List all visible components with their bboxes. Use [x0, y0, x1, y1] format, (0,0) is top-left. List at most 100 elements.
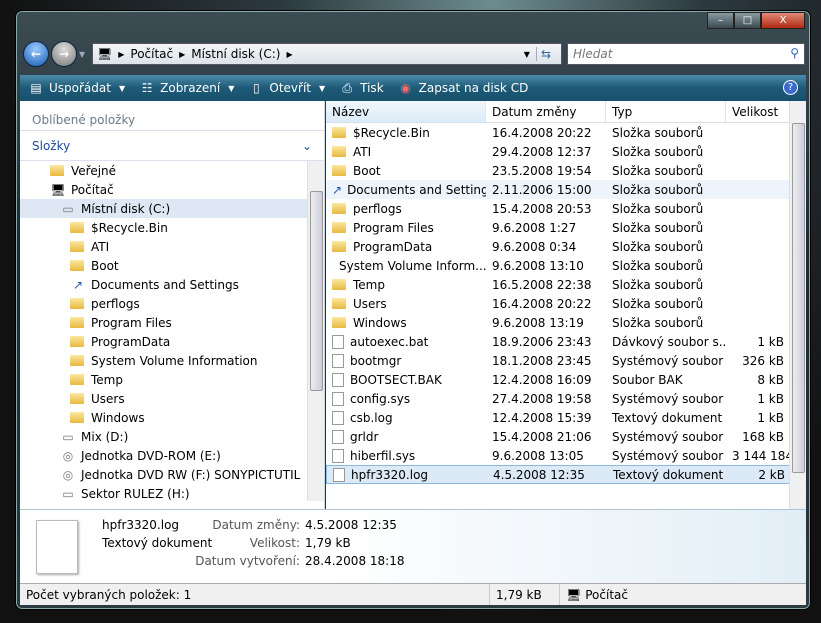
organize-button[interactable]: ▤ Uspořádat ▼ [28, 81, 125, 95]
folders-header[interactable]: Složky ⌄ [20, 131, 324, 161]
file-row[interactable]: hiberfil.sys 9.6.2008 13:05 Systémový so… [326, 446, 806, 465]
file-row[interactable]: $Recycle.Bin 16.4.2008 20:22 Složka soub… [326, 123, 806, 142]
breadcrumb-separator-icon[interactable]: ▶ [118, 50, 124, 59]
file-row[interactable]: config.sys 27.4.2008 19:58 Systémový sou… [326, 389, 806, 408]
file-row[interactable]: System Volume Inform... 9.6.2008 13:10 S… [326, 256, 806, 275]
file-row[interactable]: hpfr3320.log 4.5.2008 12:35 Textový doku… [326, 465, 806, 484]
file-icon [333, 467, 345, 482]
file-row[interactable]: grldr 15.4.2008 21:06 Systémový soubor 1… [326, 427, 806, 446]
file-row[interactable]: autoexec.bat 18.9.2006 23:43 Dávkový sou… [326, 332, 806, 351]
file-row[interactable]: ProgramData 9.6.2008 0:34 Složka souborů [326, 237, 806, 256]
file-type: Systémový soubor [612, 448, 724, 463]
burn-cd-button[interactable]: ◉ Zapsat na disk CD [398, 81, 529, 95]
dvd-drive-icon: ◎ [62, 467, 74, 482]
tree-item[interactable]: Users [20, 389, 324, 408]
scrollbar-thumb[interactable] [310, 191, 323, 391]
file-row[interactable]: perflogs 15.4.2008 20:53 Složka souborů [326, 199, 806, 218]
drive-icon: ▭ [62, 486, 74, 501]
scrollbar-thumb[interactable] [792, 123, 805, 473]
tree-item[interactable]: ▭ Sektor RULEZ (H:) [20, 484, 324, 501]
breadcrumb-separator-icon[interactable]: ▶ [179, 50, 185, 59]
tree-item-label: Users [91, 391, 125, 406]
column-size[interactable]: Velikost [726, 101, 790, 122]
file-size: 3 144 184 kB [732, 448, 790, 463]
tree-item[interactable]: Windows [20, 408, 324, 427]
tree-scrollbar[interactable] [307, 161, 324, 501]
column-date[interactable]: Datum změny [486, 101, 606, 122]
status-bar: Počet vybraných položek: 1 1,79 kB 🖥 Počí… [20, 583, 806, 605]
file-row[interactable]: csb.log 12.4.2008 15:39 Textový dokument… [326, 408, 806, 427]
tree-item-label: ProgramData [91, 334, 171, 349]
history-dropdown-icon[interactable]: ▼ [79, 50, 85, 59]
close-button[interactable]: X [761, 12, 805, 29]
address-dropdown-icon[interactable]: ▼ [524, 50, 530, 59]
tree-item[interactable]: ↗ Documents and Settings [20, 275, 324, 294]
file-row[interactable]: Program Files 9.6.2008 1:27 Složka soubo… [326, 218, 806, 237]
file-date: 18.1.2008 23:45 [492, 353, 592, 368]
views-button[interactable]: ☷ Zobrazení ▼ [139, 81, 235, 95]
modified-label: Datum změny: [212, 518, 300, 532]
tree-item[interactable]: $Recycle.Bin [20, 218, 324, 237]
tree-item[interactable]: 🖥 Počítač [20, 180, 324, 199]
file-name: config.sys [350, 391, 411, 406]
file-name: Boot [353, 163, 381, 178]
tree-item[interactable]: ATI [20, 237, 324, 256]
minimize-button[interactable]: – [707, 12, 734, 29]
file-row[interactable]: Users 16.4.2008 20:22 Složka souborů [326, 294, 806, 313]
maximize-button[interactable]: □ [734, 12, 761, 29]
tree-item[interactable]: ▭ Místní disk (C:) [20, 199, 324, 218]
file-icon [332, 391, 344, 406]
folder-icon [70, 260, 84, 271]
file-date: 16.4.2008 20:22 [492, 125, 592, 140]
tree-item[interactable]: ◎ Jednotka DVD-ROM (E:) [20, 446, 324, 465]
file-row[interactable]: bootmgr 18.1.2008 23:45 Systémový soubor… [326, 351, 806, 370]
organize-icon: ▤ [30, 81, 42, 95]
shortcut-folder-icon: ↗ [72, 277, 84, 292]
tree-item[interactable]: ◎ Jednotka DVD RW (F:) SONYPICTUTIL [20, 465, 324, 484]
breadcrumb-separator-icon[interactable]: ▶ [286, 50, 292, 59]
open-button[interactable]: ▯ Otevřít ▼ [248, 81, 325, 95]
address-bar[interactable]: 🖥 ▶ Počítač ▶ Místní disk (C:) ▶ ▼ ⇆ [92, 43, 562, 65]
breadcrumb-computer[interactable]: Počítač [130, 47, 173, 61]
tree-item[interactable]: Program Files [20, 313, 324, 332]
forward-button[interactable]: → [51, 41, 77, 67]
views-label: Zobrazení [160, 81, 221, 95]
search-input[interactable]: Hledat ⚲ [567, 43, 805, 65]
cd-burn-icon: ◉ [400, 81, 411, 95]
favorite-links-header[interactable]: Oblíbené položky [20, 101, 324, 131]
tree-item[interactable]: Veřejné [20, 161, 324, 180]
file-name: Users [353, 296, 387, 311]
tree-item[interactable]: Boot [20, 256, 324, 275]
file-row[interactable]: Temp 16.5.2008 22:38 Složka souborů [326, 275, 806, 294]
help-button[interactable]: ? [783, 80, 798, 95]
file-row[interactable]: ↗ Documents and Settings 2.11.2006 15:00 … [326, 180, 806, 199]
file-icon [332, 429, 344, 444]
file-row[interactable]: Boot 23.5.2008 19:54 Složka souborů [326, 161, 806, 180]
column-name[interactable]: Název [326, 101, 486, 122]
file-row[interactable]: BOOTSECT.BAK 12.4.2008 16:09 Soubor BAK … [326, 370, 806, 389]
file-type: Systémový soubor [612, 353, 724, 368]
file-row[interactable]: Windows 9.6.2008 13:19 Složka souborů [326, 313, 806, 332]
tree-item[interactable]: perflogs [20, 294, 324, 313]
back-button[interactable]: ← [23, 41, 49, 67]
tree-item-label: Temp [91, 372, 123, 387]
tree-item[interactable]: ▭ Mix (D:) [20, 427, 324, 446]
file-date: 16.4.2008 20:22 [492, 296, 592, 311]
folder-icon [70, 241, 84, 252]
tree-item[interactable]: ProgramData [20, 332, 324, 351]
file-type: Složka souborů [612, 182, 704, 197]
breadcrumb-local-disk[interactable]: Místní disk (C:) [191, 47, 280, 61]
print-button[interactable]: ⎙ Tisk [339, 81, 383, 96]
size-value: 1,79 kB [305, 536, 351, 550]
burn-label: Zapsat na disk CD [418, 81, 529, 95]
file-name: Program Files [353, 220, 434, 235]
folder-icon [332, 298, 346, 309]
tree-item[interactable]: System Volume Information [20, 351, 324, 370]
refresh-icon[interactable]: ⇆ [535, 47, 555, 61]
column-type[interactable]: Typ [606, 101, 726, 122]
tree-item[interactable]: Temp [20, 370, 324, 389]
file-row[interactable]: ATI 29.4.2008 12:37 Složka souborů [326, 142, 806, 161]
file-date: 15.4.2008 20:53 [492, 201, 592, 216]
list-scrollbar[interactable] [789, 101, 806, 509]
search-icon[interactable]: ⚲ [790, 46, 799, 60]
